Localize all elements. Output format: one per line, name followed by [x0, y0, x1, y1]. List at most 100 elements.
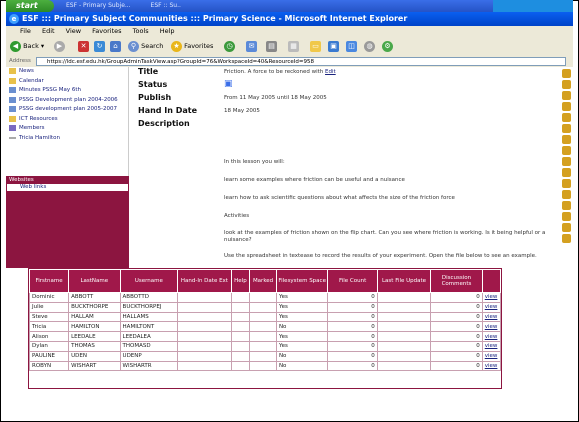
home-button[interactable]: ⌂ — [110, 40, 121, 53]
table-cell: 0 — [327, 331, 378, 342]
history-icon: ◷ — [224, 40, 235, 52]
folder-icon[interactable] — [562, 135, 571, 144]
folder-icon[interactable] — [562, 157, 571, 166]
taskbar-item[interactable]: ESF - Primary Subje... — [66, 2, 131, 9]
folder-icon[interactable] — [562, 179, 571, 188]
web-links-link[interactable]: Web links — [7, 184, 128, 191]
column-header[interactable]: LastName — [68, 269, 121, 293]
nav-item-members[interactable]: Members — [6, 125, 128, 132]
stop-icon: ✕ — [78, 40, 89, 52]
menu-view[interactable]: View — [66, 27, 81, 35]
folder-icon[interactable] — [562, 80, 571, 89]
folder-icon[interactable] — [562, 234, 571, 243]
edit-page-icon: ▦ — [288, 40, 299, 52]
view-link[interactable]: view — [481, 321, 502, 333]
column-header[interactable]: Filesystem Space — [275, 269, 329, 293]
table-cell — [376, 350, 432, 362]
nav-item-ict-resources[interactable]: ICT Resources — [6, 115, 128, 123]
table-cell: Dominic — [28, 292, 70, 303]
folder-icon[interactable] — [562, 201, 571, 210]
folder-icon[interactable] — [562, 124, 571, 133]
tools-button[interactable]: ⚙ — [382, 40, 393, 53]
table-cell: ROBYN — [28, 360, 70, 372]
column-header[interactable]: Firstname — [28, 269, 70, 293]
table-cell: Tricia — [28, 321, 70, 333]
table-cell: Dylan — [28, 340, 70, 352]
dash-icon — [9, 136, 16, 139]
system-tray — [493, 0, 573, 12]
folder-icon[interactable] — [562, 113, 571, 122]
table-cell: PAULINE — [28, 350, 70, 362]
view-link[interactable]: view — [481, 350, 502, 362]
nav-item-plan-2004[interactable]: PSSG Development plan 2004-2006 — [6, 96, 128, 104]
nav-item-tricia[interactable]: Tricia Hamilton — [6, 135, 128, 142]
stop-button[interactable]: ✕ — [78, 40, 89, 53]
table-cell — [376, 301, 432, 313]
column-header[interactable]: Marked — [249, 269, 277, 293]
view-link[interactable]: view — [481, 340, 502, 352]
edit-page-button[interactable]: ▦ — [288, 40, 299, 53]
column-header[interactable]: Hand-In Date Ext — [177, 269, 232, 293]
table-cell: Yes — [275, 301, 329, 313]
table-cell: HALLAMS — [119, 311, 179, 323]
menu-file[interactable]: File — [20, 27, 31, 35]
column-header[interactable]: Help — [230, 269, 251, 293]
edit-link[interactable]: Edit — [325, 69, 336, 75]
forward-button[interactable]: ▶ — [54, 40, 65, 53]
favorites-button[interactable]: ★ Favorites — [171, 40, 213, 53]
folder-button[interactable]: ▭ — [310, 40, 321, 53]
folder-icon[interactable] — [562, 212, 571, 221]
print-button[interactable]: ▤ — [266, 40, 277, 53]
folder-icon[interactable] — [562, 223, 571, 232]
table-cell: 0 — [430, 301, 483, 313]
description-label: Description — [138, 119, 190, 128]
table-cell: 0 — [430, 350, 483, 362]
column-header[interactable]: File Count — [327, 269, 378, 293]
address-input[interactable]: https://ldc.esf.edu.hk/GroupAdminTaskVie… — [36, 57, 566, 66]
view-link[interactable]: view — [481, 301, 502, 313]
menu-favorites[interactable]: Favorites — [92, 27, 121, 35]
messenger-button[interactable]: ▣ — [328, 40, 339, 53]
back-arrow-icon: ◀ — [10, 40, 21, 52]
hand-in-value: 18 May 2005 — [224, 108, 260, 114]
menu-tools[interactable]: Tools — [133, 27, 149, 35]
column-header[interactable]: Last File Update — [376, 269, 432, 293]
folder-icon[interactable] — [562, 102, 571, 111]
search-button[interactable]: ⚲ Search — [128, 40, 163, 53]
taskbar-item[interactable]: ESF :: Su.. — [151, 2, 181, 9]
history-button[interactable]: ◷ — [224, 40, 235, 53]
mail-button[interactable]: ✉ — [246, 40, 257, 53]
view-link[interactable]: view — [481, 331, 502, 342]
nav-item-minutes[interactable]: Minutes PSSG May 6th — [6, 87, 128, 94]
members-icon — [9, 125, 16, 131]
column-header[interactable]: Username — [119, 269, 179, 293]
view-link[interactable]: view — [481, 360, 502, 372]
view-link[interactable]: view — [481, 311, 502, 323]
toolbar: ◀ Back ▾ ▶ ✕ ↻ ⌂ ⚲ Search ★ Favorites ◷ … — [6, 37, 573, 56]
nav-item-news[interactable]: News — [6, 68, 128, 75]
menu-edit[interactable]: Edit — [42, 27, 55, 35]
search-icon: ⚲ — [128, 40, 139, 52]
table-cell: ABBOTTD — [119, 292, 179, 303]
view-link[interactable]: view — [481, 292, 502, 303]
back-button[interactable]: ◀ Back ▾ — [10, 40, 44, 53]
nav-item-plan-2005[interactable]: PSSG development plan 2005-2007 — [6, 106, 128, 113]
start-button[interactable]: start — [6, 0, 54, 12]
table-row: Dylan THOMAS THOMASD Yes 0 0 view — [28, 340, 502, 352]
folder-icon[interactable] — [562, 168, 571, 177]
column-header[interactable]: Discussion Comments — [430, 269, 483, 293]
research-button[interactable]: ◫ — [346, 40, 357, 53]
folder-icon[interactable] — [562, 190, 571, 199]
submissions-table-panel: Firstname LastName Username Hand-In Date… — [28, 268, 502, 389]
menu-help[interactable]: Help — [160, 27, 175, 35]
folder-icon[interactable] — [562, 91, 571, 100]
discuss-button[interactable]: ◍ — [364, 40, 375, 53]
news-icon — [9, 68, 16, 74]
ie-icon: e — [9, 14, 19, 24]
right-icon-strip — [560, 67, 573, 268]
folder-icon[interactable] — [562, 146, 571, 155]
research-icon: ◫ — [346, 40, 357, 52]
folder-icon[interactable] — [562, 69, 571, 78]
refresh-button[interactable]: ↻ — [94, 40, 105, 53]
nav-item-calendar[interactable]: Calendar — [6, 77, 128, 85]
